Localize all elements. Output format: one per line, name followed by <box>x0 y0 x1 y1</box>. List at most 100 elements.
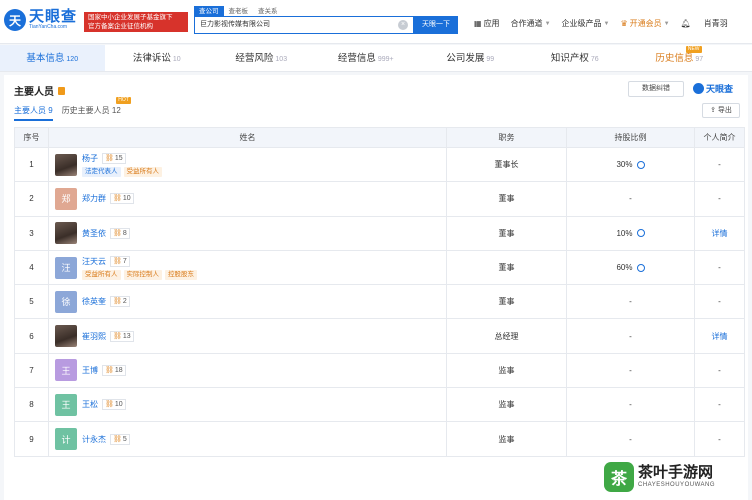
person-name[interactable]: 郑力群 <box>82 193 106 204</box>
clock-icon[interactable] <box>636 263 645 272</box>
row-index: 7 <box>14 352 49 389</box>
tab-legal[interactable]: 法律诉讼 10 <box>105 45 210 71</box>
share-cell: - <box>566 387 695 423</box>
user-name: 肖青羽 <box>703 19 728 28</box>
table-row: 8 王 王松 ⛓ 10 监事 - - <box>14 387 745 423</box>
section-title-text: 主要人员 <box>14 87 54 98</box>
tab-current-personnel[interactable]: 主要人员 9 <box>14 105 53 121</box>
person-name[interactable]: 计永杰 <box>82 434 106 445</box>
avatar[interactable] <box>55 153 77 176</box>
logo-icon <box>693 83 704 94</box>
export-button[interactable]: ⇪ 导出 <box>702 103 740 118</box>
nav-cooperation[interactable]: 合作通道 ▼ <box>511 18 551 29</box>
tab-count: 999+ <box>377 56 394 63</box>
person-name[interactable]: 王松 <box>82 399 98 410</box>
nav-apps[interactable]: ▦ 应用 <box>474 18 500 29</box>
related-count: 5 <box>122 435 127 443</box>
avatar[interactable] <box>55 222 77 245</box>
search-tab-company[interactable]: 查公司 <box>194 6 224 16</box>
bio-cell: 详情 <box>694 215 745 251</box>
tab-risk[interactable]: 经营风险 103 <box>209 45 314 71</box>
table-row: 1 杨子 ⛓ 15 法定代表人 受益所有人 董事长 30% - <box>14 146 745 183</box>
nav-user[interactable]: 肖青羽 <box>704 18 728 29</box>
related-count-badge[interactable]: ⛓ 5 <box>110 433 130 445</box>
clear-icon[interactable]: × <box>398 20 408 30</box>
avatar[interactable]: 徐 <box>55 290 77 313</box>
person-cell: 计 计永杰 ⛓ 5 <box>48 421 447 457</box>
person-cell: 王 王松 ⛓ 10 <box>48 387 447 423</box>
avatar[interactable]: 王 <box>55 393 77 416</box>
search-tab-relation[interactable]: 查关系 <box>253 6 283 16</box>
clock-icon[interactable] <box>636 229 645 238</box>
header-share: 持股比例 <box>566 127 695 148</box>
data-correction-button[interactable]: 数据纠错 <box>628 81 684 97</box>
bell-icon: 🔔︎ <box>680 19 691 28</box>
chevron-down-icon: ▼ <box>663 20 670 27</box>
tab-ip[interactable]: 知识产权 76 <box>523 45 628 71</box>
sub-tab-label: 主要人员 <box>14 106 46 115</box>
tab-history[interactable]: NEW 历史信息 97 <box>627 45 732 71</box>
row-index: 3 <box>14 215 49 251</box>
search-input[interactable]: 巨力影视传媒有限公司 <box>194 16 414 34</box>
bio-link[interactable]: 详情 <box>712 229 728 238</box>
tab-count: 120 <box>66 56 79 63</box>
tab-business[interactable]: 经营信息 999+ <box>314 45 419 71</box>
avatar[interactable]: 汪 <box>55 256 77 279</box>
person-name[interactable]: 崔羽熙 <box>82 331 106 342</box>
chevron-down-icon: ▼ <box>603 20 610 27</box>
avatar[interactable]: 郑 <box>55 187 77 210</box>
tab-development[interactable]: 公司发展 99 <box>418 45 523 71</box>
bio-link: - <box>718 194 721 204</box>
tab-history-personnel[interactable]: 历史主要人员 12 HOT <box>62 97 131 121</box>
bio-cell: - <box>694 146 745 183</box>
person-tag: 受益所有人 <box>123 166 162 177</box>
related-count: 2 <box>122 298 127 306</box>
role-cell: 监事 <box>446 387 567 423</box>
search-button[interactable]: 天眼一下 <box>414 16 458 34</box>
network-icon: ⛓ <box>105 366 114 374</box>
search-tab-boss[interactable]: 查老板 <box>224 6 254 16</box>
tab-count: 76 <box>590 56 599 63</box>
tab-basic-info[interactable]: 基本信息 120 <box>0 45 105 71</box>
avatar[interactable] <box>55 325 77 348</box>
person-name[interactable]: 徐英奎 <box>82 296 106 307</box>
avatar[interactable]: 王 <box>55 359 77 382</box>
related-count-badge[interactable]: ⛓ 13 <box>110 330 134 342</box>
share-cell: 60% <box>566 249 695 286</box>
avatar[interactable]: 计 <box>55 428 77 451</box>
person-cell: 崔羽熙 ⛓ 13 <box>48 318 447 354</box>
related-count-badge[interactable]: ⛓ 8 <box>110 227 130 239</box>
person-name[interactable]: 汪天云 <box>82 256 106 267</box>
person-name[interactable]: 杨子 <box>82 153 98 164</box>
search-type-tabs: 查公司 查老板 查关系 <box>194 6 283 16</box>
related-count-badge[interactable]: ⛓ 7 <box>110 255 130 267</box>
person-tag: 受益所有人 <box>82 269 121 280</box>
site-logo[interactable]: 天 天眼查 TianYanCha.com <box>4 9 77 31</box>
related-count-badge[interactable]: ⛓ 18 <box>102 364 126 376</box>
related-count-badge[interactable]: ⛓ 15 <box>102 152 126 164</box>
nav-cooperation-label: 合作通道 <box>510 19 543 28</box>
tea-leaf-icon: 茶 <box>604 462 634 492</box>
sub-tab-count: 12 <box>111 106 121 115</box>
role-cell: 董事 <box>446 181 567 217</box>
nav-vip[interactable]: ♛ 开通会员 ▼ <box>620 18 669 29</box>
bio-link[interactable]: 详情 <box>712 332 728 341</box>
related-count-badge[interactable]: ⛓ 10 <box>102 399 126 411</box>
network-icon: ⛓ <box>105 154 114 162</box>
person-name[interactable]: 黄圣依 <box>82 228 106 239</box>
tab-label: 公司发展 <box>446 53 485 64</box>
row-index: 4 <box>14 249 49 286</box>
related-count-badge[interactable]: ⛓ 10 <box>110 193 134 205</box>
share-value: - <box>629 297 632 307</box>
gov-badge-line1: 国家中小企业发展子基金旗下 <box>88 14 173 21</box>
clock-icon[interactable] <box>636 160 645 169</box>
nav-enterprise[interactable]: 企业级产品 ▼ <box>562 18 610 29</box>
top-header: 天 天眼查 TianYanCha.com 国家中小企业发展子基金旗下 官方备案企… <box>0 0 752 44</box>
share-cell: - <box>566 181 695 217</box>
tab-count: 10 <box>172 56 181 63</box>
person-name[interactable]: 王博 <box>82 365 98 376</box>
network-icon: ⛓ <box>105 401 114 409</box>
related-count-badge[interactable]: ⛓ 2 <box>110 296 130 308</box>
table-row: 7 王 王博 ⛓ 18 监事 - - <box>14 352 745 389</box>
nav-notifications[interactable]: 🔔︎ <box>681 19 693 28</box>
